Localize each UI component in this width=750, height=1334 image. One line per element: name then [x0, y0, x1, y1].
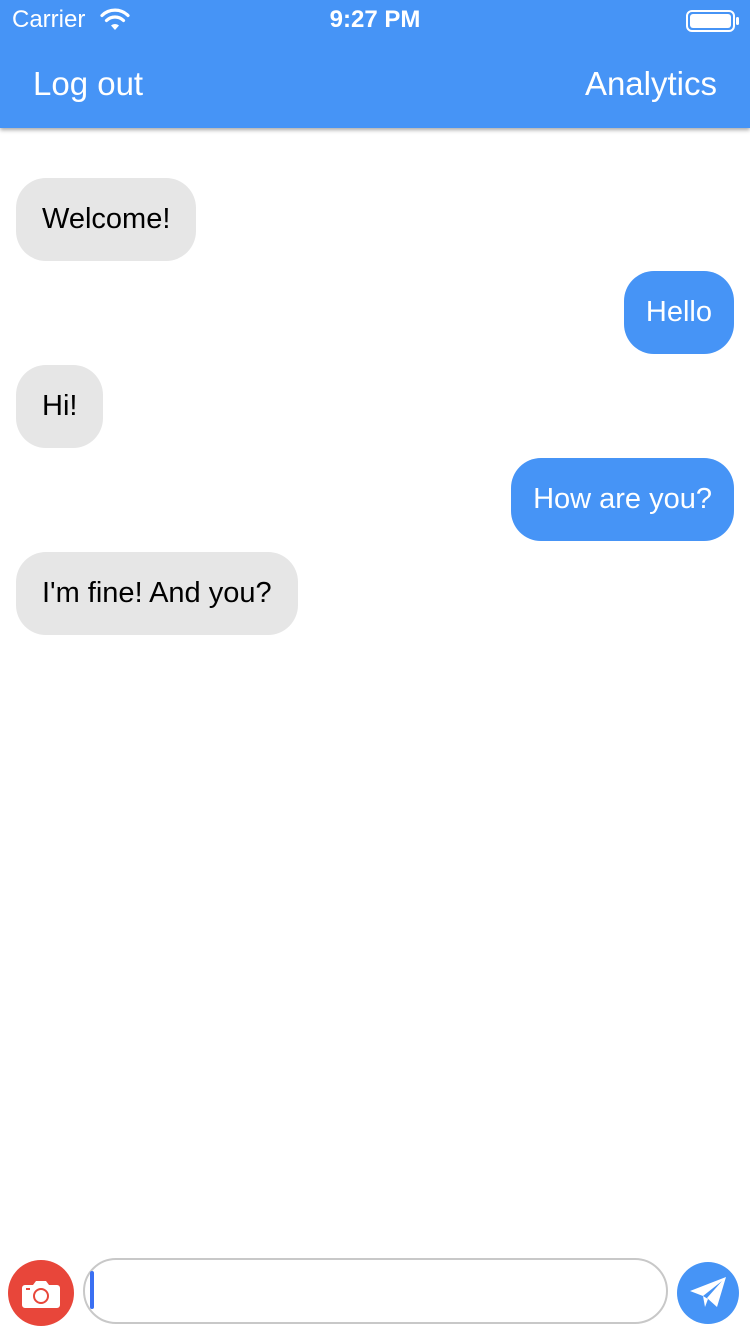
app-header: Carrier 9:27 PM Log out Analytics [0, 0, 750, 128]
message-input[interactable] [83, 1258, 668, 1324]
analytics-button[interactable]: Analytics [585, 64, 717, 104]
message-bubble-incoming: Welcome! [16, 178, 197, 261]
message-bubble-outgoing: Hello [623, 271, 734, 354]
chat-screen: Carrier 9:27 PM Log out Analytics Welcom… [0, 0, 750, 1334]
text-cursor [90, 1271, 94, 1309]
logout-button[interactable]: Log out [33, 64, 143, 104]
composer-bar [0, 1246, 750, 1334]
message-bubble-incoming: Hi! [16, 365, 104, 448]
nav-bar: Log out Analytics [0, 40, 750, 128]
message-bubble-incoming: I'm fine! And you? [16, 552, 298, 635]
status-time: 9:27 PM [329, 6, 421, 33]
camera-icon [22, 1281, 60, 1308]
battery-icon [686, 10, 739, 32]
send-icon [690, 1277, 726, 1307]
status-bar: Carrier 9:27 PM [0, 0, 750, 40]
message-list[interactable]: Welcome! Hello Hi! How are you? I'm fine… [0, 128, 750, 1246]
message-bubble-outgoing: How are you? [511, 458, 734, 541]
camera-button[interactable] [8, 1260, 74, 1326]
send-button[interactable] [677, 1262, 739, 1324]
